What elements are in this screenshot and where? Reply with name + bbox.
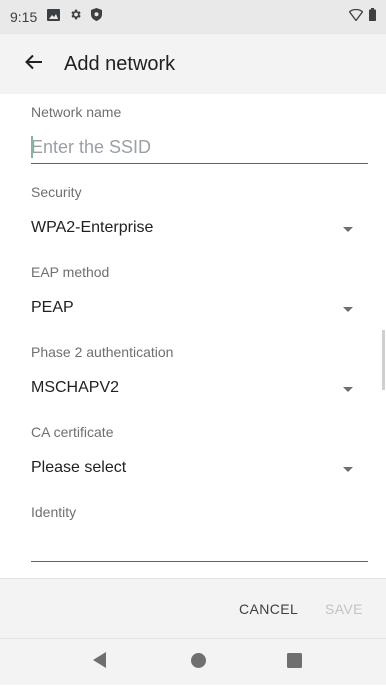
status-right	[348, 8, 376, 26]
chevron-down-icon	[343, 307, 353, 312]
ca-certificate-value: Please select	[31, 459, 127, 476]
ssid-input[interactable]	[31, 131, 368, 164]
ca-certificate-label: CA certificate	[31, 424, 114, 440]
recents-icon	[286, 652, 302, 673]
gear-icon	[69, 8, 82, 26]
ca-certificate-dropdown[interactable]: Please select	[0, 449, 386, 489]
network-name-label: Network name	[31, 104, 122, 120]
save-button[interactable]: SAVE	[325, 601, 363, 617]
arrow-back-icon	[25, 54, 43, 75]
status-bar: 9:15	[0, 0, 386, 34]
phase2-value: MSCHAPV2	[31, 379, 120, 396]
nav-recents-button[interactable]	[264, 639, 324, 686]
eap-method-value: PEAP	[31, 299, 74, 316]
battery-icon	[369, 8, 376, 26]
chevron-down-icon	[343, 467, 353, 472]
identity-label: Identity	[31, 504, 77, 520]
nav-home-button[interactable]	[168, 639, 228, 686]
chevron-down-icon	[343, 387, 353, 392]
scrollbar[interactable]	[382, 330, 385, 390]
shield-icon	[91, 8, 103, 26]
phase2-label: Phase 2 authentication	[31, 344, 174, 360]
identity-input[interactable]	[31, 529, 368, 562]
app-bar: Add network	[0, 34, 386, 94]
navigation-bar	[0, 638, 386, 685]
page-title: Add network	[64, 52, 176, 75]
phase2-dropdown[interactable]: MSCHAPV2	[0, 369, 386, 409]
home-icon	[190, 652, 206, 673]
chevron-down-icon	[343, 227, 353, 232]
dialog-button-bar: CANCEL SAVE	[0, 578, 386, 638]
security-dropdown[interactable]: WPA2-Enterprise	[0, 209, 386, 249]
wifi-icon	[348, 8, 364, 26]
back-icon	[93, 652, 107, 673]
eap-method-dropdown[interactable]: PEAP	[0, 289, 386, 329]
text-cursor	[31, 136, 33, 158]
back-button[interactable]	[6, 34, 62, 94]
status-time: 9:15	[10, 9, 38, 25]
nav-back-button[interactable]	[70, 639, 130, 686]
add-network-form: Network name Security WPA2-Enterprise EA…	[0, 94, 386, 578]
status-icons	[47, 8, 103, 26]
security-value: WPA2-Enterprise	[31, 219, 154, 236]
eap-method-label: EAP method	[31, 264, 110, 280]
security-label: Security	[31, 184, 82, 200]
cancel-button[interactable]: CANCEL	[239, 601, 298, 617]
image-icon	[47, 8, 61, 26]
